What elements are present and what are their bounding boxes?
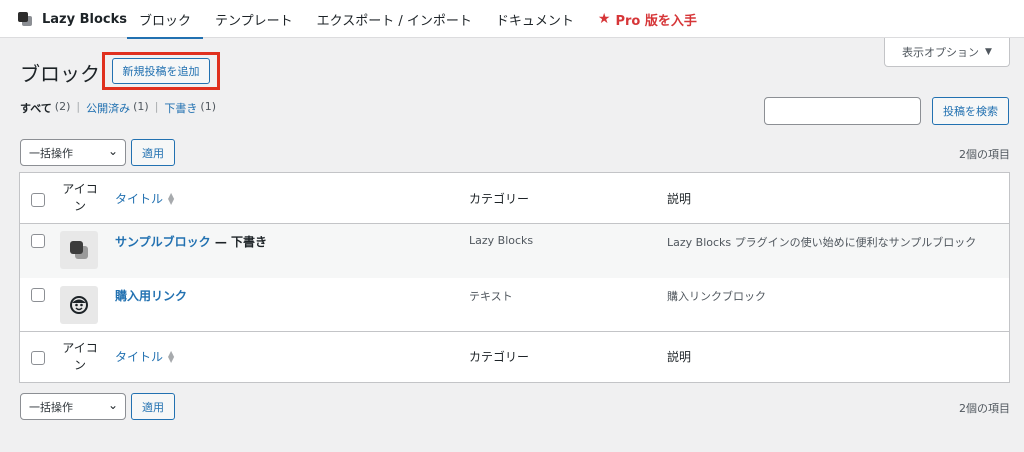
row-description: Lazy Blocks プラグインの使い始めに便利なサンプルブロック: [667, 236, 977, 249]
lazy-blocks-logo-icon: [70, 241, 83, 254]
column-footer-title-label: タイトル: [115, 350, 164, 364]
add-new-post-button[interactable]: 新規投稿を追加: [112, 58, 210, 84]
row-category: テキスト: [469, 290, 513, 303]
column-header-icon: アイコン: [62, 182, 98, 213]
tab-export-import[interactable]: エクスポート / インポート: [305, 0, 484, 38]
caret-down-icon: ▼: [985, 47, 992, 57]
items-count-bottom: 2個の項目: [959, 402, 1010, 415]
highlight-box: 新規投稿を追加: [102, 52, 220, 90]
search-input[interactable]: [764, 97, 921, 125]
row-title-link[interactable]: 購入用リンク: [115, 289, 187, 303]
column-header-category: カテゴリー: [469, 192, 530, 206]
table-footer-row: アイコン タイトル ▲ ▼ カテゴリー 説明: [20, 331, 1009, 382]
filter-draft-count: (1): [200, 100, 217, 113]
row-title-link[interactable]: サンプルブロック: [115, 235, 211, 249]
search-posts-button[interactable]: 投稿を検索: [932, 97, 1009, 125]
row-title: 購入用リンク: [115, 287, 187, 304]
bulk-actions-select-top[interactable]: 一括操作 ⌄: [20, 139, 126, 166]
filter-all[interactable]: すべて: [20, 100, 52, 116]
apply-button-bottom[interactable]: 適用: [131, 393, 175, 420]
column-header-title-label: タイトル: [115, 192, 164, 206]
bulk-actions-value: 一括操作: [29, 400, 73, 414]
sort-icon: ▲ ▼: [168, 348, 175, 364]
screen-options-button[interactable]: 表示オプション ▼: [884, 38, 1010, 67]
smiley-icon: [70, 296, 88, 314]
top-navigation-bar: Lazy Blocks ブロック テンプレート エクスポート / インポート ド…: [0, 0, 1024, 39]
filter-draft[interactable]: 下書き: [164, 100, 197, 116]
tab-documentation[interactable]: ドキュメント: [484, 0, 586, 38]
row-category: Lazy Blocks: [469, 234, 534, 247]
lazy-blocks-logo-icon: [18, 12, 32, 26]
brand-name: Lazy Blocks: [42, 11, 128, 27]
bulk-actions-value: 一括操作: [29, 146, 73, 160]
apply-button-top[interactable]: 適用: [131, 139, 175, 166]
separator: |: [76, 100, 81, 113]
row-title: サンプルブロック — 下書き: [115, 233, 267, 250]
brand[interactable]: Lazy Blocks: [18, 0, 127, 38]
chevron-down-icon: ⌄: [107, 398, 118, 412]
chevron-down-icon: ⌄: [107, 144, 118, 158]
bulk-actions-select-bottom[interactable]: 一括操作 ⌄: [20, 393, 126, 420]
filter-published[interactable]: 公開済み: [86, 100, 130, 116]
column-footer-description: 説明: [667, 350, 692, 364]
column-header-description: 説明: [667, 192, 692, 206]
table-row: サンプルブロック — 下書き Lazy Blocks Lazy Blocks プ…: [20, 224, 1009, 278]
select-all-checkbox[interactable]: [31, 193, 45, 207]
row-status: — 下書き: [210, 235, 268, 249]
column-footer-icon: アイコン: [62, 341, 98, 372]
block-icon-thumbnail: [60, 286, 98, 324]
table-row: 購入用リンク テキスト 購入リンクブロック: [20, 278, 1009, 331]
items-count-top: 2個の項目: [959, 148, 1010, 161]
row-description: 購入リンクブロック: [667, 290, 766, 303]
column-footer-category: カテゴリー: [469, 350, 530, 364]
tab-get-pro-label: Pro 版を入手: [615, 13, 697, 29]
star-icon: ★: [597, 11, 611, 27]
tab-blocks[interactable]: ブロック: [127, 0, 204, 39]
row-checkbox[interactable]: [31, 288, 45, 302]
select-all-checkbox[interactable]: [31, 351, 45, 365]
filter-all-count: (2): [54, 100, 71, 113]
filter-published-count: (1): [133, 100, 149, 113]
status-filters: すべて (2) | 公開済み (1) | 下書き (1): [20, 100, 216, 116]
tab-templates[interactable]: テンプレート: [203, 0, 305, 38]
separator: |: [154, 100, 159, 113]
page-title: ブロック: [20, 62, 100, 86]
row-checkbox[interactable]: [31, 234, 45, 248]
screen-options-label: 表示オプション: [902, 46, 980, 59]
block-icon-thumbnail: [60, 231, 98, 269]
nav-tabs: ブロック テンプレート エクスポート / インポート ドキュメント ★ Pro …: [127, 0, 709, 39]
table-header-row: アイコン タイトル ▲ ▼ カテゴリー 説明: [20, 173, 1009, 224]
column-header-title[interactable]: タイトル ▲ ▼: [115, 190, 174, 207]
sort-icon: ▲ ▼: [168, 190, 175, 206]
blocks-table: アイコン タイトル ▲ ▼ カテゴリー 説明 サンプルブロック — 下書き Laz…: [19, 172, 1010, 383]
tab-get-pro[interactable]: ★ Pro 版を入手: [586, 0, 709, 38]
column-footer-title[interactable]: タイトル ▲ ▼: [115, 348, 174, 365]
